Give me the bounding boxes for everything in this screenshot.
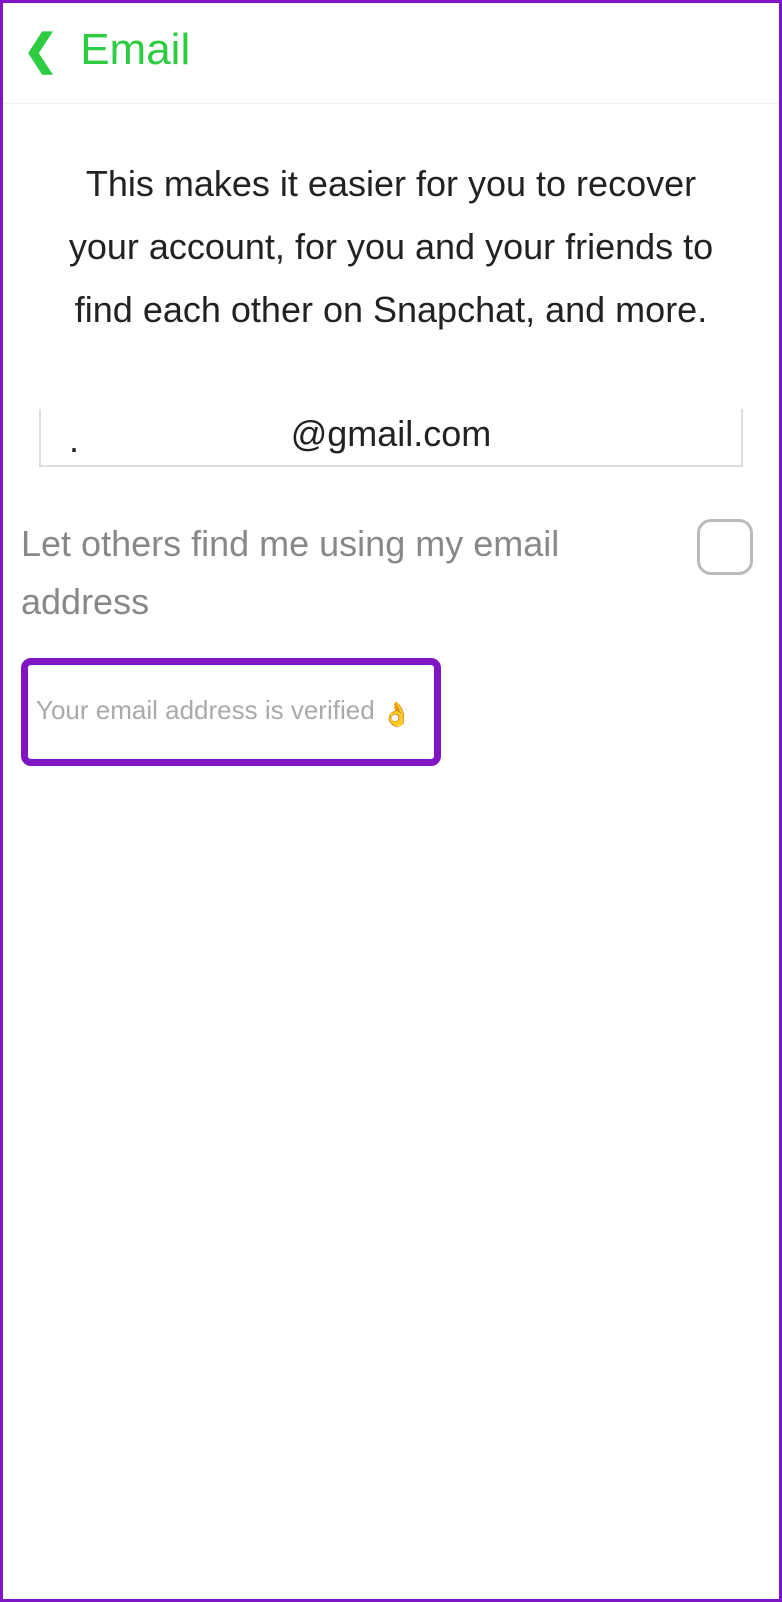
header-bar: ❮ Email [3, 3, 779, 104]
content-area: This makes it easier for you to recover … [3, 104, 779, 766]
find-me-row: Let others find me using my email addres… [21, 467, 761, 630]
description-text: This makes it easier for you to recover … [21, 104, 761, 381]
email-input[interactable]: . @gmail.com [39, 409, 743, 467]
verified-text: Your email address is verified [36, 695, 382, 725]
back-chevron-icon[interactable]: ❮ [23, 29, 58, 71]
find-me-checkbox[interactable] [697, 519, 753, 575]
email-value: @gmail.com [291, 413, 492, 455]
verified-highlight-box: Your email address is verified 👌 [21, 658, 441, 766]
email-dot: . [69, 419, 79, 461]
page-title: Email [80, 25, 190, 75]
find-me-label: Let others find me using my email addres… [21, 515, 677, 630]
ok-hand-icon: 👌 [382, 701, 412, 728]
